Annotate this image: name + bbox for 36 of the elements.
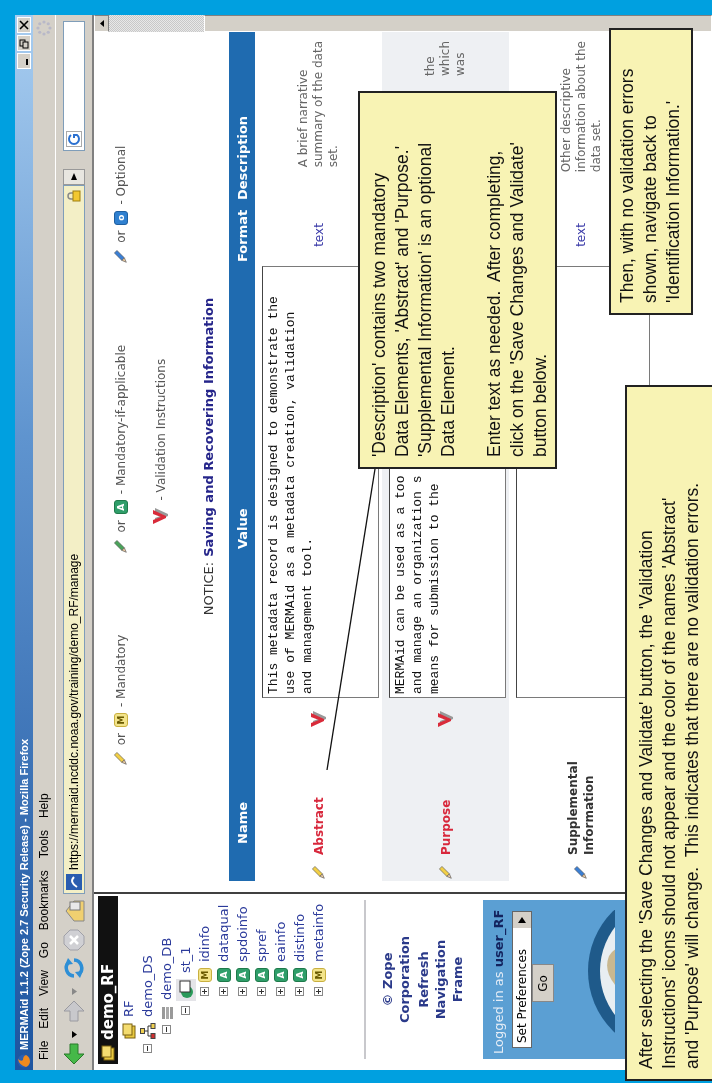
letter-badge: A xyxy=(292,968,307,982)
legend-text: - Mandatory xyxy=(114,634,128,708)
letter-badge: A xyxy=(273,968,288,982)
format-text: text xyxy=(574,223,588,247)
description-text: A brief narrative summary of the data set. xyxy=(296,41,341,168)
legend-text: or xyxy=(114,520,128,533)
legend-text: - Optional xyxy=(114,145,128,205)
field-name: Supplemental Information xyxy=(565,760,597,855)
legend-text: - Mandatory-if-applicable xyxy=(114,344,128,495)
field-name: Abstract xyxy=(310,797,327,855)
legend-text: or xyxy=(114,733,128,746)
letter-badge: A xyxy=(254,968,269,982)
callout-text: Then, with no validation errors shown, navigate back to 'Identification Information.' xyxy=(616,67,684,303)
callout-text: After selecting the 'Save Changes and Validate' button, the 'Validation Instructions' icons should not appear and the color of the names 'Abstract' and 'Purpose' will change. This indicates that there are no validation errors. xyxy=(635,481,703,1069)
column-header: Value xyxy=(234,508,250,549)
notice-title: Saving and Recovering Information xyxy=(201,297,216,557)
description-text: Other descriptive information about the data set. xyxy=(558,41,604,173)
description-text: the which was xyxy=(423,41,468,76)
notice-label: NOTICE: xyxy=(201,561,216,616)
column-header: Name xyxy=(234,802,250,844)
login-status: Logged in as user_RF xyxy=(491,909,506,1054)
letter-badge: A xyxy=(235,968,250,982)
legend-text: - Validation Instructions xyxy=(154,358,168,501)
frame-header: demo_RF xyxy=(99,963,117,1040)
column-header: Format xyxy=(234,209,250,262)
column-header: Description xyxy=(234,115,250,200)
letter-badge: M xyxy=(197,968,212,982)
legend-text: or xyxy=(114,230,128,243)
format-text: text xyxy=(311,223,326,247)
field-name: Purpose xyxy=(437,799,454,855)
letter-badge: A xyxy=(216,968,231,982)
letter-badge: M xyxy=(311,968,326,982)
letter-badge: A xyxy=(114,500,128,515)
letter-badge: o xyxy=(114,210,128,225)
letter-badge: M xyxy=(114,713,128,728)
window-title: MERMAid 1.1.2 (Zope 2.7 Security Release) - Mozilla Firefox xyxy=(18,737,30,1050)
